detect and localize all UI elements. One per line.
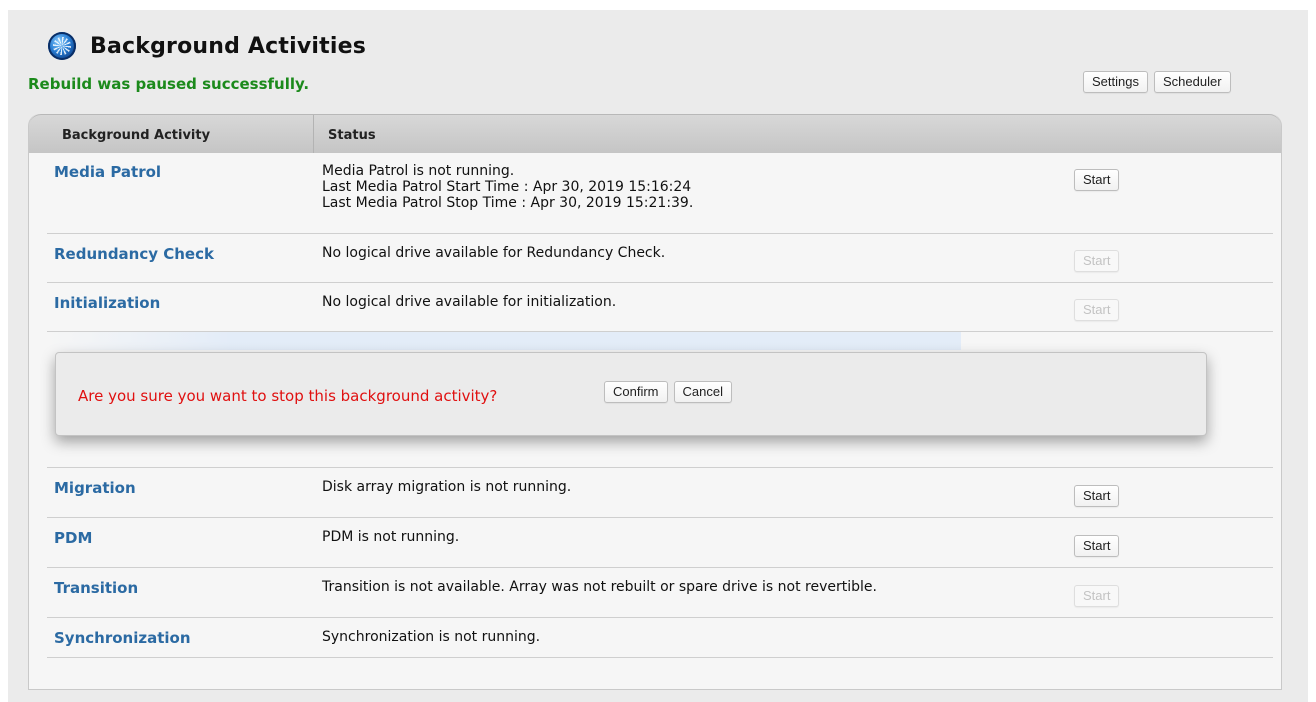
- status-line: Media Patrol is not running.: [322, 163, 515, 179]
- confirm-stop-dialog: Are you sure you want to stop this backg…: [55, 352, 1207, 436]
- settings-button[interactable]: Settings: [1083, 71, 1148, 93]
- status-pdm: PDM is not running.: [322, 529, 459, 545]
- table-row: Migration Disk array migration is not ru…: [47, 468, 1273, 518]
- row-highlight: [47, 332, 961, 350]
- dialog-message: Are you sure you want to stop this backg…: [78, 387, 498, 405]
- column-header-status: Status: [328, 128, 376, 143]
- activities-table: Background Activity Status Media Patrol …: [28, 114, 1282, 690]
- page-title: Background Activities: [90, 33, 367, 59]
- cancel-button[interactable]: Cancel: [673, 381, 732, 403]
- start-button-media-patrol[interactable]: Start: [1074, 169, 1120, 191]
- status-line: No logical drive available for Redundanc…: [322, 245, 666, 261]
- status-line: Last Media Patrol Stop Time : Apr 30, 20…: [322, 195, 694, 211]
- status-initialization: No logical drive available for initializ…: [322, 294, 616, 310]
- status-line: Disk array migration is not running.: [322, 479, 572, 495]
- status-synchronization: Synchronization is not running.: [322, 629, 540, 645]
- activity-link-media-patrol[interactable]: Media Patrol: [54, 163, 161, 181]
- activity-link-synchronization[interactable]: Synchronization: [54, 629, 191, 647]
- start-button-transition[interactable]: Start: [1074, 585, 1120, 607]
- table-row: Redundancy Check No logical drive availa…: [47, 234, 1273, 283]
- table-header: Background Activity Status: [29, 114, 1281, 153]
- scheduler-button[interactable]: Scheduler: [1153, 71, 1231, 93]
- top-buttons: Settings Scheduler: [1083, 71, 1231, 93]
- start-button-migration[interactable]: Start: [1074, 485, 1120, 507]
- page: Background Activities Rebuild was paused…: [8, 10, 1308, 702]
- column-header-activity: Background Activity: [62, 128, 211, 143]
- confirm-button[interactable]: Confirm: [604, 381, 668, 403]
- status-transition: Transition is not available. Array was n…: [322, 579, 877, 595]
- header-divider: [313, 115, 314, 153]
- status-line: Transition is not available. Array was n…: [322, 579, 877, 595]
- activity-link-transition[interactable]: Transition: [54, 579, 138, 597]
- status-redundancy-check: No logical drive available for Redundanc…: [322, 245, 665, 261]
- table-row: Transition Transition is not available. …: [47, 568, 1273, 618]
- table-row: Media Patrol Media Patrol is not running…: [47, 152, 1273, 234]
- activity-link-pdm[interactable]: PDM: [54, 529, 92, 547]
- status-migration: Disk array migration is not running.: [322, 479, 571, 495]
- activity-link-redundancy-check[interactable]: Redundancy Check: [54, 245, 214, 263]
- dialog-area: Are you sure you want to stop this backg…: [47, 332, 1273, 468]
- start-button-redundancy-check[interactable]: Start: [1074, 250, 1120, 272]
- table-row: Synchronization Synchronization is not r…: [47, 618, 1273, 658]
- activity-link-initialization[interactable]: Initialization: [54, 294, 160, 312]
- success-message: Rebuild was paused successfully.: [28, 75, 310, 93]
- dialog-actions: Confirm Cancel: [604, 381, 732, 403]
- title-row: Background Activities: [48, 32, 366, 60]
- activity-link-migration[interactable]: Migration: [54, 479, 136, 497]
- status-line: No logical drive available for initializ…: [322, 294, 617, 310]
- start-button-pdm[interactable]: Start: [1074, 535, 1120, 557]
- globe-icon: [48, 32, 76, 60]
- status-line: Synchronization is not running.: [322, 629, 541, 645]
- status-line: PDM is not running.: [322, 529, 460, 545]
- status-line: Last Media Patrol Start Time : Apr 30, 2…: [322, 179, 692, 195]
- table-row: Initialization No logical drive availabl…: [47, 283, 1273, 332]
- start-button-initialization[interactable]: Start: [1074, 299, 1120, 321]
- table-row: PDM PDM is not running. Start: [47, 518, 1273, 568]
- status-media-patrol: Media Patrol is not running. Last Media …: [322, 163, 693, 211]
